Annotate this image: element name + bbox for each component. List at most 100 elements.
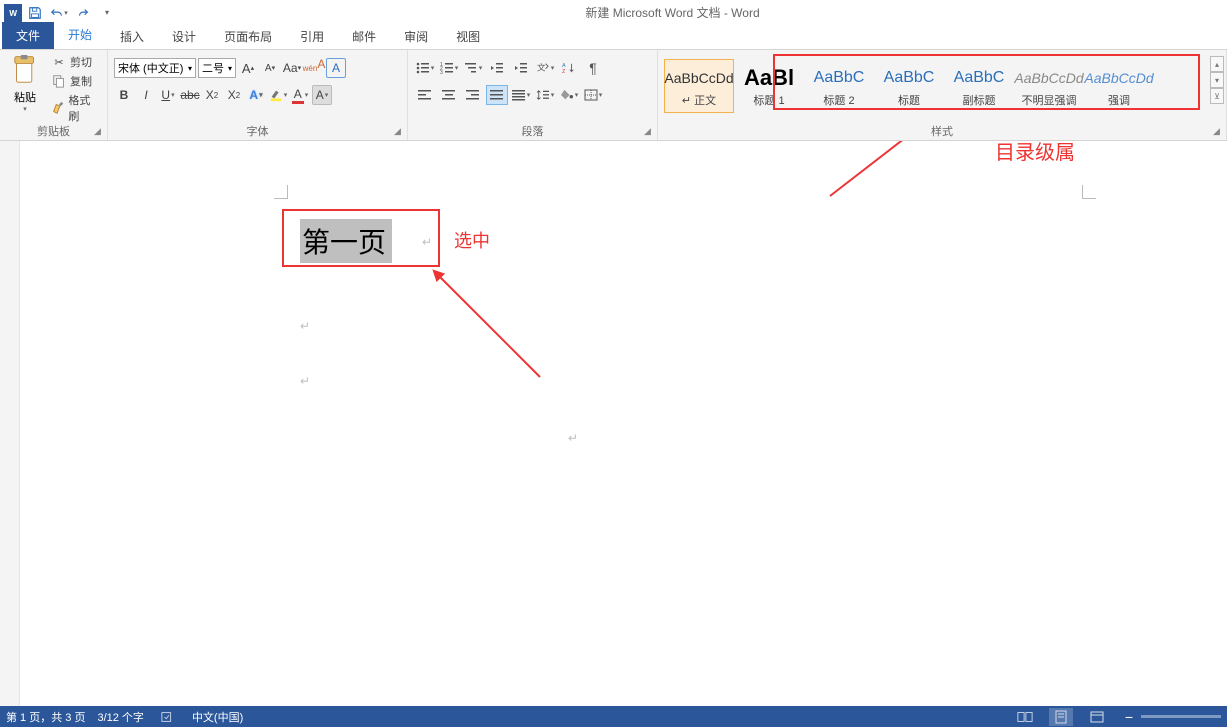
tab-view[interactable]: 视图 — [442, 24, 494, 49]
decrease-indent-button[interactable] — [486, 58, 508, 78]
style-preview: AaBbCcDd — [1084, 64, 1153, 92]
word-app-icon[interactable]: W — [4, 4, 22, 22]
style-label: 标题 — [898, 92, 920, 108]
grow-font-button[interactable]: A▴ — [238, 58, 258, 78]
zoom-out-button[interactable]: − — [1121, 709, 1137, 725]
multilevel-list-button[interactable] — [462, 58, 484, 78]
cut-button[interactable]: ✂剪切 — [48, 53, 101, 71]
selected-text[interactable]: 第一页 — [300, 219, 392, 263]
styles-expand[interactable]: ⊻ — [1210, 88, 1224, 104]
underline-button[interactable]: U — [158, 85, 178, 105]
character-shading-button[interactable]: A — [312, 85, 332, 105]
bold-button[interactable]: B — [114, 85, 134, 105]
paragraph-mark: ↵ — [300, 319, 310, 334]
zoom-slider[interactable] — [1141, 715, 1221, 718]
status-word-count[interactable]: 3/12 个字 — [97, 709, 143, 725]
svg-text:W: W — [9, 9, 17, 18]
style-item-3[interactable]: AaBbC标题 — [874, 59, 944, 113]
svg-text:文: 文 — [537, 62, 546, 73]
tab-review[interactable]: 审阅 — [390, 24, 442, 49]
paragraph-dialog-launcher[interactable]: ◢ — [644, 127, 654, 137]
format-painter-button[interactable]: 格式刷 — [48, 91, 101, 125]
change-case-button[interactable]: Aa▾ — [282, 58, 302, 78]
annotation-selected-label: 选中 — [454, 227, 490, 253]
scissors-icon: ✂ — [51, 54, 67, 70]
text-effects-button[interactable]: A — [246, 85, 266, 105]
svg-text:A: A — [562, 63, 566, 69]
zoom-control[interactable]: − — [1121, 709, 1221, 725]
tab-references[interactable]: 引用 — [286, 24, 338, 49]
vertical-ruler[interactable] — [0, 141, 20, 706]
style-item-2[interactable]: AaBbC标题 2 — [804, 59, 874, 113]
subscript-button[interactable]: X2 — [202, 85, 222, 105]
align-center-button[interactable] — [438, 85, 460, 105]
spellcheck-icon[interactable] — [156, 708, 180, 726]
strikethrough-button[interactable]: abc — [180, 85, 200, 105]
font-name-combo[interactable]: 宋体 (中文正)▾ — [114, 58, 196, 78]
group-font: 宋体 (中文正)▾ 二号▾ A▴ A▾ Aa▾ wénA A B I U abc… — [108, 50, 408, 140]
tab-home[interactable]: 开始 — [54, 22, 106, 49]
page: 第一页 ↵ ↵ ↵ ↵ 选中 — [120, 159, 1100, 706]
margin-corner-tr — [1082, 185, 1096, 199]
title-bar: W ▾ ▾ 新建 Microsoft Word 文档 - Word — [0, 0, 1227, 25]
tab-file[interactable]: 文件 — [2, 22, 54, 49]
numbering-button[interactable]: 123 — [438, 58, 460, 78]
sort-button[interactable]: AZ — [558, 58, 580, 78]
group-clipboard: 粘贴 ▾ ✂剪切 复制 格式刷 剪贴板 ◢ — [0, 50, 108, 140]
window-title: 新建 Microsoft Word 文档 - Word — [118, 4, 1227, 21]
ribbon: 粘贴 ▾ ✂剪切 复制 格式刷 剪贴板 ◢ 宋体 (中文正)▾ 二号▾ A▴ A… — [0, 49, 1227, 141]
superscript-button[interactable]: X2 — [224, 85, 244, 105]
styles-scroll-up[interactable]: ▴ — [1210, 56, 1224, 72]
font-size-combo[interactable]: 二号▾ — [198, 58, 236, 78]
print-layout-icon[interactable] — [1049, 708, 1073, 726]
style-label: 副标题 — [963, 92, 996, 108]
redo-icon[interactable] — [72, 2, 94, 24]
highlight-button[interactable] — [268, 85, 288, 105]
copy-button[interactable]: 复制 — [48, 72, 101, 90]
shrink-font-button[interactable]: A▾ — [260, 58, 280, 78]
phonetic-guide-button[interactable]: wénA — [304, 58, 324, 78]
align-justify-button[interactable] — [486, 85, 508, 105]
brush-icon — [51, 100, 65, 116]
styles-dialog-launcher[interactable]: ◢ — [1213, 127, 1223, 137]
character-border-button[interactable]: A — [326, 58, 346, 78]
tab-layout[interactable]: 页面布局 — [210, 24, 286, 49]
styles-scroll-down[interactable]: ▾ — [1210, 72, 1224, 88]
increase-indent-button[interactable] — [510, 58, 532, 78]
read-mode-icon[interactable] — [1013, 708, 1037, 726]
status-language[interactable]: 中文(中国) — [192, 709, 243, 725]
style-item-1[interactable]: AaBl标题 1 — [734, 59, 804, 113]
web-layout-icon[interactable] — [1085, 708, 1109, 726]
status-page[interactable]: 第 1 页，共 3 页 — [6, 709, 85, 725]
style-item-6[interactable]: AaBbCcDd强调 — [1084, 59, 1154, 113]
tab-design[interactable]: 设计 — [158, 24, 210, 49]
font-dialog-launcher[interactable]: ◢ — [394, 127, 404, 137]
style-preview: AaBbC — [954, 64, 1005, 92]
save-icon[interactable] — [24, 2, 46, 24]
asian-layout-button[interactable]: 文 — [534, 58, 556, 78]
clipboard-dialog-launcher[interactable]: ◢ — [94, 127, 104, 137]
borders-button[interactable] — [582, 85, 604, 105]
style-label: 标题 1 — [753, 92, 784, 108]
align-right-button[interactable] — [462, 85, 484, 105]
style-gallery: AaBbCcDd↵ 正文AaBl标题 1AaBbC标题 2AaBbC标题AaBb… — [664, 59, 1208, 115]
line-spacing-button[interactable] — [534, 85, 556, 105]
paste-label: 粘贴 — [14, 89, 36, 105]
undo-icon[interactable]: ▾ — [48, 2, 70, 24]
tab-insert[interactable]: 插入 — [106, 24, 158, 49]
style-item-4[interactable]: AaBbC副标题 — [944, 59, 1014, 113]
style-item-0[interactable]: AaBbCcDd↵ 正文 — [664, 59, 734, 113]
style-label: 标题 2 — [823, 92, 854, 108]
style-item-5[interactable]: AaBbCcDd不明显强调 — [1014, 59, 1084, 113]
font-color-button[interactable]: A — [290, 85, 310, 105]
shading-button[interactable] — [558, 85, 580, 105]
align-left-button[interactable] — [414, 85, 436, 105]
qat-customize-icon[interactable]: ▾ — [96, 2, 118, 24]
italic-button[interactable]: I — [136, 85, 156, 105]
bullets-button[interactable] — [414, 58, 436, 78]
group-styles: AaBbCcDd↵ 正文AaBl标题 1AaBbC标题 2AaBbC标题AaBb… — [658, 50, 1227, 140]
tab-mailings[interactable]: 邮件 — [338, 24, 390, 49]
document-canvas[interactable]: 第一页 ↵ ↵ ↵ ↵ 选中 目录级属 — [20, 141, 1227, 706]
show-hide-marks-button[interactable]: ¶ — [582, 58, 604, 78]
distributed-button[interactable] — [510, 85, 532, 105]
